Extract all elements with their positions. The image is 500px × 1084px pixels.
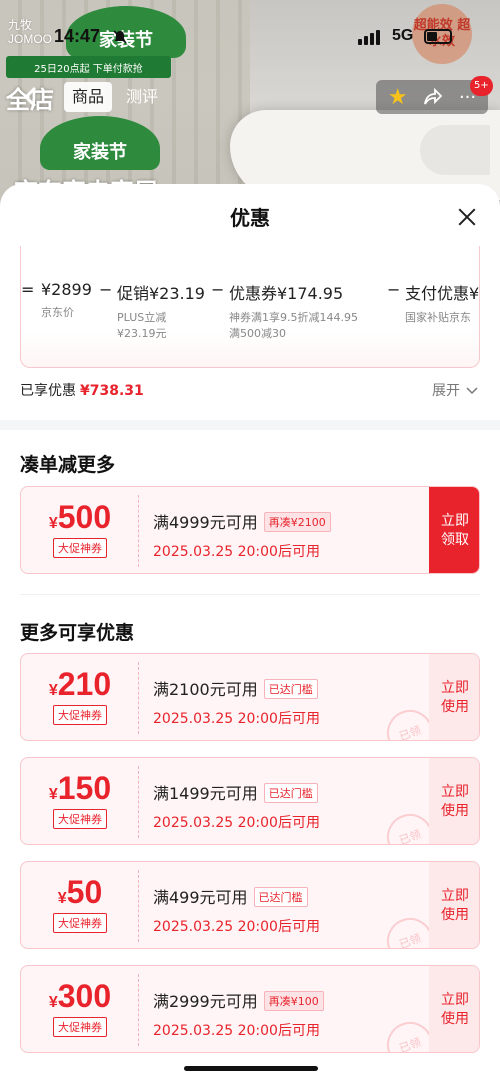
breakdown-item: 促销¥23.19 PLUS立减 ¥23.19元 (117, 280, 205, 342)
close-icon[interactable] (454, 204, 480, 230)
coupon-separator (138, 870, 139, 942)
back-button[interactable] (14, 82, 48, 112)
hero-toilet-lid (420, 125, 490, 175)
promo-banner: 25日20点起 下单付款抢 (6, 56, 171, 78)
breakdown-sub: 神券满1享9.5折减144.95 满500减30 (229, 310, 358, 342)
use-coupon-button[interactable]: 立即 使用 (429, 654, 479, 740)
breakdown-main: ¥2899 (41, 280, 92, 299)
breakdown-main: 支付优惠¥ (405, 284, 480, 303)
mute-bell-icon (113, 30, 127, 44)
coupon-details: 满4999元可用 再凑¥2100 2025.03.25 20:00后可用 (153, 509, 431, 561)
breakdown-operator: − (387, 280, 401, 299)
tab-product[interactable]: 商品 (64, 82, 113, 112)
coupon-separator (138, 974, 139, 1046)
status-time: 14:47 (54, 26, 101, 46)
coupon-condition: 满1499元可用 (153, 784, 258, 803)
enjoyed-amount: ¥738.31 (80, 383, 144, 399)
coupon-value: ¥150 大促神券 (21, 758, 139, 844)
expand-button[interactable]: 展开 (432, 380, 478, 400)
home-indicator[interactable] (184, 1066, 318, 1071)
signal-strength-icon (358, 30, 380, 45)
coupon-condition: 满4999元可用 (153, 513, 258, 532)
coupon-badge: 再凑¥2100 (263, 512, 331, 532)
breakdown-sub-line: 神券满1享9.5折减144.95 (229, 311, 358, 324)
section-divider (0, 420, 500, 430)
breakdown-sub-line: 满500减30 (229, 327, 286, 340)
coupon-condition: 满2100元可用 (153, 680, 258, 699)
coupon-yen: ¥ (48, 786, 58, 803)
coupon-value: ¥300 大促神券 (21, 966, 139, 1052)
breakdown-operator: − (211, 280, 225, 299)
coupon-condition: 满2999元可用 (153, 992, 258, 1011)
coupon-amount: 210 (57, 666, 112, 702)
coupon-amount: 500 (57, 499, 112, 535)
network-type: 5G (392, 27, 414, 44)
breakdown-item: 优惠券¥174.95 神券满1享9.5折减144.95 满500减30 (229, 280, 358, 342)
coupon-condition: 满499元可用 (153, 888, 248, 907)
sheet-title: 优惠 (230, 206, 270, 230)
coupon-badge: 已达门槛 (253, 887, 308, 907)
breakdown-sub: 京东价 (41, 306, 74, 319)
coupon-value: ¥500 大促神券 (21, 487, 139, 573)
coupon-tag: 大促神券 (53, 913, 107, 933)
section-title-more: 更多可享优惠 (20, 622, 135, 644)
coupon-value: ¥50 大促神券 (21, 862, 139, 948)
coupon-amount: 50 (66, 874, 103, 910)
divider (20, 594, 480, 595)
coupon-value: ¥210 大促神券 (21, 654, 139, 740)
breakdown-cut-text: - - - (181, 246, 202, 248)
breakdown-main: 促销¥23.19 (117, 284, 205, 303)
breakdown-main: 优惠券¥174.95 (229, 284, 344, 303)
discount-sheet: 优惠 - - - = ¥2899 京东价 − 促销¥23.19 PLUS立减 ¥… (0, 184, 500, 1084)
enjoyed-label: 已享优惠 (20, 383, 76, 399)
tab-review[interactable]: 测评 (118, 82, 166, 112)
use-coupon-button[interactable]: 立即 使用 (429, 862, 479, 948)
coupon-tag: 大促神券 (53, 538, 107, 558)
use-coupon-button[interactable]: 立即 使用 (429, 966, 479, 1052)
breakdown-item: ¥2899 京东价 (41, 280, 92, 321)
coupon-badge: 再凑¥100 (263, 991, 324, 1011)
breakdown-sub-line: PLUS立减 (117, 311, 167, 324)
share-icon[interactable] (423, 88, 443, 106)
coupon-card: ¥500 大促神券 满4999元可用 再凑¥2100 2025.03.25 20:… (20, 486, 480, 574)
breakdown-sub: 国家补贴京东 (405, 311, 471, 324)
price-breakdown: - - - = ¥2899 京东价 − 促销¥23.19 PLUS立减 ¥23.… (20, 246, 480, 368)
chevron-down-icon (466, 387, 478, 395)
coupon-card: ¥210 大促神券 满2100元可用 已达门槛 2025.03.25 20:00后… (20, 653, 480, 741)
coupon-yen: ¥ (48, 515, 58, 532)
coupon-tag: 大促神券 (53, 809, 107, 829)
coupon-card: ¥300 大促神券 满2999元可用 再凑¥100 2025.03.25 20:0… (20, 965, 480, 1053)
breakdown-operator: − (99, 280, 113, 299)
breakdown-sub: PLUS立减 ¥23.19元 (117, 310, 205, 342)
coupon-yen: ¥ (57, 890, 67, 907)
chevron-left-icon (23, 86, 37, 108)
coupon-badge: 已达门槛 (263, 679, 318, 699)
coupon-tag: 大促神券 (53, 1017, 107, 1037)
coupon-card: ¥50 大促神券 满499元可用 已达门槛 2025.03.25 20:00后可用… (20, 861, 480, 949)
coupon-tag: 大促神券 (53, 705, 107, 725)
breakdown-operator: = (21, 280, 35, 299)
coupon-yen: ¥ (48, 994, 58, 1011)
coupon-yen: ¥ (48, 682, 58, 699)
expand-label: 展开 (432, 383, 460, 399)
coupon-time: 2025.03.25 20:00后可用 (153, 544, 320, 560)
breakdown-item: 支付优惠¥ 国家补贴京东 (405, 280, 479, 326)
favorite-star-icon[interactable]: ★ (388, 85, 408, 110)
use-coupon-button[interactable]: 立即 使用 (429, 758, 479, 844)
notification-badge: 5+ (470, 76, 493, 96)
coupon-card: ¥150 大促神券 满1499元可用 已达门槛 2025.03.25 20:00后… (20, 757, 480, 845)
coupon-separator (138, 662, 139, 734)
claim-coupon-button[interactable]: 立即 领取 (429, 487, 479, 573)
nav-tabs: 商品 测评 (64, 82, 166, 112)
section-title-combine: 凑单减更多 (20, 454, 116, 476)
enjoyed-discount: 已享优惠 ¥738.31 (20, 380, 144, 400)
coupon-separator (138, 495, 139, 567)
coupon-badge: 已达门槛 (263, 783, 318, 803)
coupon-separator (138, 766, 139, 838)
coupon-amount: 300 (57, 978, 112, 1014)
battery-icon (424, 29, 452, 44)
coupon-amount: 150 (57, 770, 112, 806)
breakdown-sub-line: ¥23.19元 (117, 327, 167, 340)
status-bar: 14:47 5G (0, 26, 500, 50)
